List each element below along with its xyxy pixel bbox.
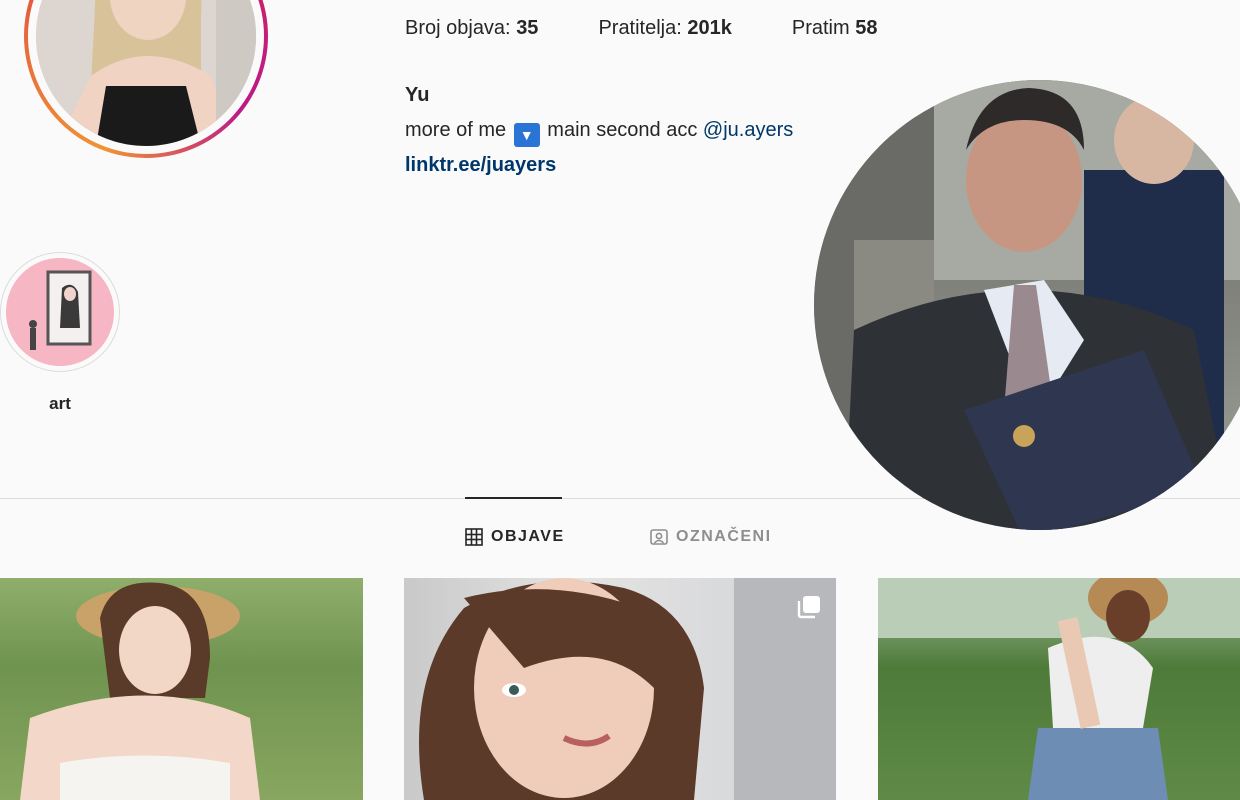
bio-prefix: more of me [405,119,507,141]
highlight-label: art [49,394,71,413]
stat-posts-value: 35 [516,17,539,39]
multiple-photos-icon [796,594,822,625]
bio-line: more of me ▼ main second acc @ju.ayers [405,113,793,148]
grid-icon [465,528,483,546]
profile-avatar[interactable] [24,0,268,158]
overlay-photo [814,80,1240,530]
profile-bio: Yu more of me ▼ main second acc @ju.ayer… [405,78,793,183]
bio-mention-link[interactable]: @ju.ayers [703,119,793,141]
profile-name: Yu [405,84,430,106]
highlight-cover [6,258,114,366]
stat-followers-label: Pratitelja: [598,17,682,39]
website-link[interactable]: linktr.ee/juayers [405,154,556,176]
stat-posts-label: Broj objava: [405,17,511,39]
profile-stats: Broj objava: 35 Pratitelja: 201k Pratim … [405,17,877,40]
stat-followers[interactable]: Pratitelja: 201k [598,17,731,40]
tab-posts[interactable]: OBJAVE [465,528,565,546]
post-thumbnail[interactable] [0,578,363,800]
highlight-ring [0,252,120,372]
avatar-border [28,0,264,154]
avatar-photo [36,0,256,146]
stat-following-value: 58 [855,17,878,39]
bio-middle: main second acc [547,119,698,141]
tab-posts-label: OBJAVE [491,528,565,545]
stat-followers-value: 201k [687,17,732,39]
highlight-art[interactable]: art [0,252,120,414]
stat-posts: Broj objava: 35 [405,17,538,40]
post-thumbnail[interactable] [878,578,1240,800]
down-arrow-emoji-icon: ▼ [513,123,540,147]
tab-tagged-label: OZNAČENI [676,528,772,545]
post-thumbnail[interactable] [404,578,836,800]
tagged-icon [650,528,668,546]
stat-following[interactable]: Pratim 58 [792,17,878,40]
tab-tagged[interactable]: OZNAČENI [650,528,772,546]
active-tab-indicator [465,497,562,499]
stat-following-label: Pratim [791,17,850,39]
